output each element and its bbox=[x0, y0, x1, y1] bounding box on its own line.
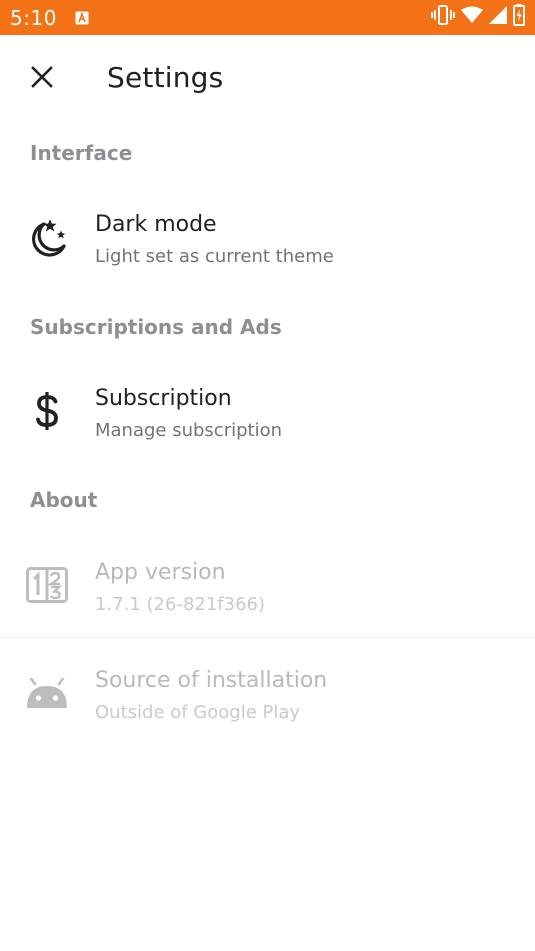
dark-mode-title: Dark mode bbox=[95, 212, 217, 237]
battery-icon bbox=[513, 4, 525, 31]
installation-source-summary: Outside of Google Play bbox=[95, 702, 301, 723]
subscription-title: Subscription bbox=[95, 386, 232, 411]
installation-source-preference: Source of installation Outside of Google… bbox=[0, 648, 535, 744]
status-time: 5:10 bbox=[10, 5, 57, 30]
dollar-icon bbox=[26, 390, 68, 432]
app-version-summary: 1.7.1 (26-821f366) bbox=[95, 594, 266, 615]
close-icon bbox=[31, 66, 53, 88]
dark-mode-preference[interactable]: Dark mode Light set as current theme bbox=[0, 192, 535, 286]
numbers-icon bbox=[26, 564, 68, 606]
section-header-subscriptions: Subscriptions and Ads bbox=[30, 315, 282, 339]
section-header-about: About bbox=[30, 488, 98, 512]
wifi-icon bbox=[461, 6, 483, 29]
page-title: Settings bbox=[107, 61, 224, 94]
status-icons bbox=[431, 4, 525, 31]
app-version-title: App version bbox=[95, 560, 226, 585]
status-bar: 5:10 bbox=[0, 0, 535, 35]
app-version-preference: App version 1.7.1 (26-821f366) bbox=[0, 540, 535, 636]
moon-stars-icon bbox=[26, 218, 68, 260]
signal-icon bbox=[489, 6, 507, 29]
close-button[interactable] bbox=[22, 57, 62, 97]
divider bbox=[0, 637, 535, 638]
dark-mode-summary: Light set as current theme bbox=[95, 246, 334, 267]
subscription-preference[interactable]: Subscription Manage subscription bbox=[0, 366, 535, 460]
subscription-summary: Manage subscription bbox=[95, 420, 283, 441]
section-header-interface: Interface bbox=[30, 141, 133, 165]
android-icon bbox=[26, 672, 68, 714]
installation-source-title: Source of installation bbox=[95, 668, 328, 693]
vibrate-icon bbox=[431, 4, 455, 31]
app-bar: Settings bbox=[0, 35, 535, 119]
notification-a-icon bbox=[75, 11, 89, 25]
